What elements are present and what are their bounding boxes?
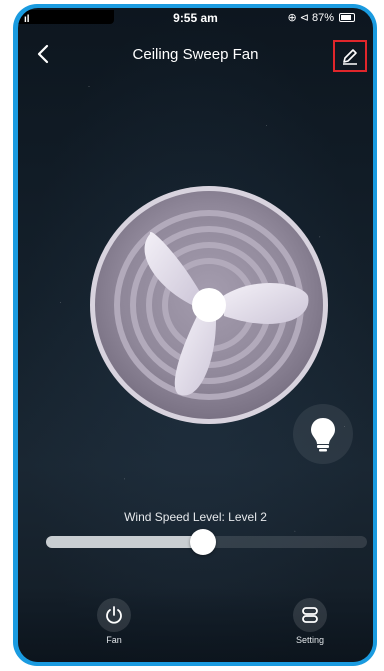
pencil-icon (343, 49, 357, 65)
device-frame: ıl 9:55 am ⊕ ⊲ 87% Ceiling Sweep Fan Win… (13, 4, 377, 666)
nav-fan[interactable]: Fan (84, 598, 144, 645)
status-bar: ıl 9:55 am ⊕ ⊲ 87% (18, 8, 373, 30)
nav-setting-label: Setting (295, 635, 325, 645)
bottom-nav: Fan Setting (18, 588, 373, 662)
wind-speed-slider[interactable] (46, 529, 367, 555)
status-right: ⊕ ⊲ 87% (287, 11, 355, 24)
nav-fan-label: Fan (106, 635, 122, 645)
battery-percent: 87% (311, 11, 334, 24)
chevron-left-icon[interactable] (32, 42, 56, 66)
page-title: Ceiling Sweep Fan (132, 46, 259, 63)
nav-setting[interactable]: Setting (280, 598, 340, 645)
power-icon (97, 598, 131, 632)
app-header: Ceiling Sweep Fan (18, 40, 373, 72)
battery-icon (339, 13, 355, 22)
bulb-icon (311, 418, 335, 452)
edit-button[interactable] (333, 40, 367, 72)
location-icon: ⊕ ⊲ (287, 12, 309, 24)
wind-speed-label: Wind Speed Level: Level 2 (124, 510, 267, 524)
light-toggle-button[interactable] (293, 404, 353, 464)
app-screen: ıl 9:55 am ⊕ ⊲ 87% Ceiling Sweep Fan Win… (18, 8, 373, 662)
setting-icon (293, 598, 327, 632)
slider-fill (46, 536, 203, 548)
fan-icon[interactable] (88, 184, 330, 426)
slider-thumb[interactable] (190, 529, 216, 555)
